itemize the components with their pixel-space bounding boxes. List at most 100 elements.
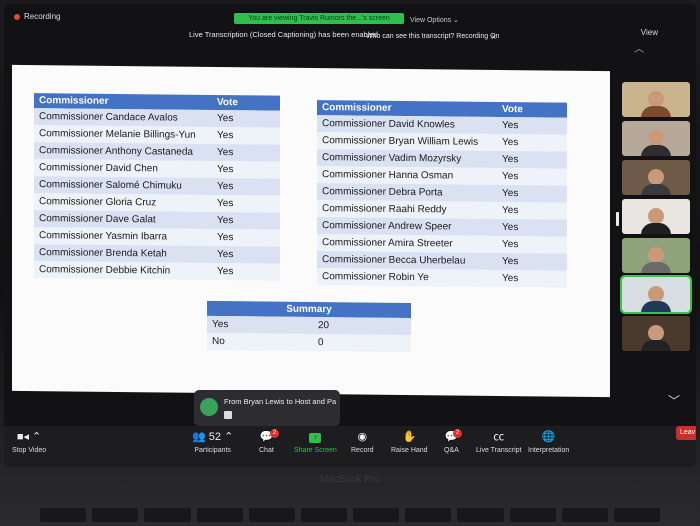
vote-value: Yes bbox=[497, 235, 567, 254]
participants-count: 52 bbox=[208, 431, 222, 443]
participants-label: Participants bbox=[194, 447, 231, 454]
participant-head bbox=[648, 91, 664, 107]
commissioner-name: Commissioner Dave Galat bbox=[34, 210, 212, 229]
key bbox=[561, 508, 608, 522]
participant-video-tile[interactable] bbox=[622, 121, 690, 156]
laptop-frame: Recording You are viewing Travis Rumors … bbox=[0, 0, 700, 526]
chat-label: Chat bbox=[259, 447, 274, 454]
vote-value: Yes bbox=[212, 160, 280, 179]
record-label: Record bbox=[351, 447, 374, 454]
vote-value: Yes bbox=[497, 252, 567, 271]
key bbox=[144, 508, 191, 522]
who-can-see-link[interactable]: Who can see this transcript? Recording O… bbox=[366, 33, 499, 40]
live-transcript-button[interactable]: ㏄ Live Transcript bbox=[476, 430, 522, 454]
commissioner-name: Commissioner Becca Uherbelau bbox=[317, 251, 497, 270]
vote-value: Yes bbox=[497, 150, 567, 169]
view-button[interactable]: View bbox=[641, 28, 658, 37]
commissioner-name: Commissioner Gloria Cruz bbox=[34, 193, 212, 212]
close-icon[interactable]: × bbox=[491, 32, 496, 42]
vote-value: Yes bbox=[497, 269, 567, 288]
participant-video-tile[interactable] bbox=[622, 199, 690, 234]
vote-value: Yes bbox=[497, 133, 567, 152]
commissioner-name: Commissioner Brenda Ketah bbox=[34, 244, 212, 263]
commissioner-name: Commissioner David Knowles bbox=[317, 115, 497, 134]
raise-hand-label: Raise Hand bbox=[391, 447, 428, 454]
participant-body bbox=[641, 223, 671, 234]
shared-slide: Commissioner Vote Commissioner Candace A… bbox=[12, 64, 610, 398]
vote-value: Yes bbox=[212, 228, 280, 247]
video-camera-icon: ■◂ ⌃ bbox=[16, 431, 42, 443]
share-screen-label: Share Screen bbox=[294, 447, 337, 454]
zoom-window: Recording You are viewing Travis Rumors … bbox=[4, 4, 696, 467]
recording-indicator: Recording bbox=[14, 12, 60, 21]
key bbox=[248, 508, 295, 522]
participant-head bbox=[648, 247, 664, 263]
participant-video-tile[interactable] bbox=[620, 275, 692, 314]
participant-video-tile[interactable] bbox=[622, 82, 690, 117]
commissioner-name: Commissioner Amira Streeter bbox=[317, 234, 497, 253]
key bbox=[196, 508, 243, 522]
qa-button[interactable]: 💬 2 Q&A bbox=[444, 429, 462, 454]
vote-value: Yes bbox=[212, 177, 280, 196]
participant-head bbox=[648, 208, 664, 224]
participant-head bbox=[648, 130, 664, 146]
vote-value: Yes bbox=[212, 143, 280, 162]
column-header: Vote bbox=[212, 94, 280, 111]
meeting-toolbar: ■◂ ⌃ Stop Video 👥 52 ⌃ Participants 💬 2 … bbox=[4, 426, 696, 467]
participant-body bbox=[641, 301, 671, 312]
chevron-up-icon[interactable]: ︿ bbox=[634, 40, 644, 55]
chevron-down-icon[interactable]: ﹀ bbox=[668, 392, 680, 409]
commissioner-name: Commissioner Yasmin Ibarra bbox=[34, 227, 212, 246]
right-vote-table: Commissioner Vote Commissioner David Kno… bbox=[317, 100, 567, 288]
table-row: No 0 bbox=[207, 332, 411, 353]
table-row: Commissioner Robin Ye Yes bbox=[317, 268, 567, 288]
message-icon bbox=[224, 411, 232, 419]
commissioner-name: Commissioner Robin Ye bbox=[317, 268, 497, 287]
leave-button[interactable]: Leav bbox=[676, 426, 696, 440]
key bbox=[40, 508, 87, 522]
interpretation-label: Interpretation bbox=[528, 447, 570, 454]
vote-value: Yes bbox=[212, 262, 280, 281]
participant-head bbox=[648, 325, 664, 341]
vote-value: Yes bbox=[212, 211, 280, 230]
participants-button[interactable]: 👥 52 ⌃ Participants bbox=[192, 430, 233, 454]
interpretation-button[interactable]: 🌐 Interpretation bbox=[528, 430, 569, 454]
commissioner-name: Commissioner Bryan William Lewis bbox=[317, 132, 497, 151]
chat-button[interactable]: 💬 2 Chat bbox=[259, 429, 279, 454]
video-strip bbox=[620, 82, 696, 355]
participant-video-tile[interactable] bbox=[622, 316, 690, 351]
raise-hand-button[interactable]: ✋ Raise Hand bbox=[391, 430, 428, 454]
participant-video-tile[interactable] bbox=[622, 160, 690, 195]
participant-body bbox=[641, 262, 671, 273]
summary-value: 0 bbox=[313, 334, 411, 353]
commissioner-name: Commissioner David Chen bbox=[34, 159, 212, 178]
stop-video-button[interactable]: ■◂ ⌃ Stop Video bbox=[12, 430, 46, 454]
key bbox=[457, 508, 504, 522]
qa-label: Q&A bbox=[444, 447, 459, 454]
key bbox=[353, 508, 400, 522]
viewing-banner: You are viewing Travis Rumors the...'s s… bbox=[234, 13, 404, 24]
table-row: Yes 20 bbox=[207, 315, 411, 336]
stop-video-label: Stop Video bbox=[12, 447, 47, 454]
vote-value: Yes bbox=[497, 184, 567, 203]
recording-label: Recording bbox=[24, 12, 61, 21]
vote-value: Yes bbox=[212, 109, 280, 128]
participant-video-tile[interactable] bbox=[622, 238, 690, 273]
vote-value: Yes bbox=[497, 167, 567, 186]
chat-toast[interactable]: From Bryan Lewis to Host and Pan... bbox=[194, 390, 340, 426]
key bbox=[509, 508, 556, 522]
commissioner-name: Commissioner Debbie Kitchin bbox=[34, 261, 212, 280]
commissioner-name: Commissioner Debra Porta bbox=[317, 183, 497, 202]
record-button[interactable]: ◉ Record bbox=[351, 430, 374, 454]
hand-icon: ✋ bbox=[402, 431, 417, 443]
live-transcript-label: Live Transcript bbox=[476, 447, 522, 454]
macbook-brand-label: MacBook Pro bbox=[319, 474, 381, 485]
share-screen-button[interactable]: ↑ Share Screen bbox=[294, 430, 337, 454]
participant-body bbox=[641, 184, 671, 195]
table-row: Commissioner Debbie Kitchin Yes bbox=[34, 261, 280, 281]
view-options-button[interactable]: View Options ⌄ bbox=[410, 16, 459, 24]
strip-resize-handle[interactable] bbox=[616, 212, 619, 226]
cc-icon: ㏄ bbox=[493, 431, 505, 443]
participant-body bbox=[641, 340, 671, 351]
commissioner-name: Commissioner Hanna Osman bbox=[317, 166, 497, 185]
